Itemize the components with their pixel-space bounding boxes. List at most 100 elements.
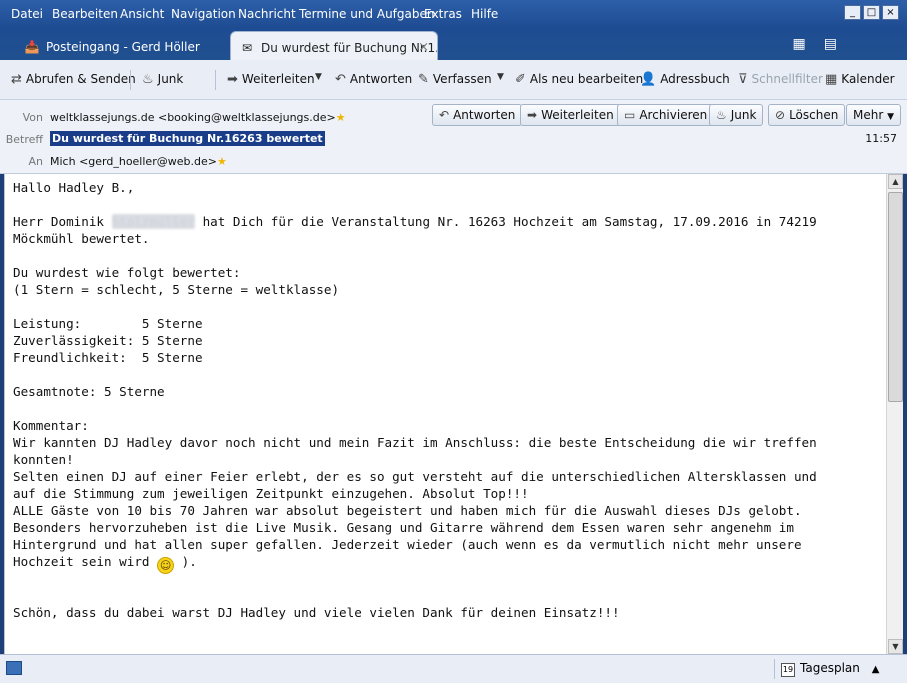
calendar-icon: ▦ bbox=[825, 72, 838, 87]
body-text: ). bbox=[174, 554, 197, 569]
menu-termine[interactable]: Termine und Aufgaben bbox=[299, 7, 434, 21]
body-line: Zuverlässigkeit: 5 Sterne bbox=[13, 333, 203, 348]
body-line: Hintergrund und hat allen super gefallen… bbox=[13, 537, 802, 552]
body-scrollbar[interactable]: ▲ ▼ bbox=[886, 174, 903, 654]
star-icon[interactable]: ★ bbox=[336, 111, 346, 124]
subject-text: Du wurdest für Buchung Nr.16263 bewertet bbox=[50, 131, 325, 146]
message-header: Von weltklassejungs.de <booking@weltklas… bbox=[0, 100, 907, 174]
fetch-send-button[interactable]: ⇄ Abrufen & Senden bbox=[11, 72, 136, 87]
reply-arrow-icon: ↶ bbox=[439, 108, 450, 122]
delete-button[interactable]: ⊘ Löschen bbox=[768, 104, 846, 126]
menu-navigation[interactable]: Navigation bbox=[171, 7, 236, 21]
tasks-tab-icon[interactable]: ▤ bbox=[824, 36, 837, 52]
body-blank bbox=[13, 366, 886, 383]
from-address: weltklassejungs.de <booking@weltklasseju… bbox=[50, 111, 336, 124]
inbox-icon: 📥 bbox=[24, 40, 40, 54]
calendar-day-icon: 19 bbox=[781, 663, 795, 677]
header-forward-button[interactable]: ➡ Weiterleiten bbox=[520, 104, 621, 126]
fetch-icon: ⇄ bbox=[11, 72, 22, 87]
addressbook-button[interactable]: 👤 Adressbuch bbox=[640, 72, 730, 87]
menu-bar: Datei Bearbeiten Ansicht Navigation Nach… bbox=[0, 0, 907, 28]
body-line: Wir kannten DJ Hadley davor noch nicht u… bbox=[13, 435, 817, 450]
tab-inbox[interactable]: 📥 Posteingang - Gerd Höller bbox=[16, 31, 216, 60]
body-text: hat Dich für die Veranstaltung Nr. 16263… bbox=[194, 214, 817, 229]
body-line: Du wurdest wie folgt bewertet: bbox=[13, 265, 241, 280]
compose-dropdown-icon[interactable]: ▼ bbox=[497, 72, 504, 82]
more-button[interactable]: Mehr ▼ bbox=[846, 104, 902, 126]
delete-label: Löschen bbox=[789, 108, 839, 122]
reply-label: Antworten bbox=[349, 72, 413, 86]
message-body: Hallo Hadley B., Herr Dominik Stolzmülle… bbox=[4, 174, 886, 654]
compose-button[interactable]: ✎ Verfassen bbox=[418, 72, 492, 87]
body-blank bbox=[13, 587, 886, 604]
message-time: 11:57 bbox=[865, 132, 897, 145]
flame-icon: ♨ bbox=[142, 72, 154, 87]
quickfilter-label: Schnellfilter bbox=[751, 72, 823, 86]
calendar-button[interactable]: ▦ Kalender bbox=[825, 72, 895, 87]
header-reply-button[interactable]: ↶ Antworten bbox=[432, 104, 523, 126]
header-junk-button[interactable]: ♨ Junk bbox=[709, 104, 764, 126]
archive-icon: ▭ bbox=[624, 108, 636, 122]
body-text: Herr Dominik bbox=[13, 214, 112, 229]
tab-bar: 📥 Posteingang - Gerd Höller ✉ Du wurdest f… bbox=[0, 28, 907, 60]
body-line: Gesamtnote: 5 Sterne bbox=[13, 384, 165, 399]
star-icon[interactable]: ★ bbox=[217, 155, 227, 168]
body-line: Hallo Hadley B., bbox=[13, 180, 135, 195]
chevron-up-icon: ▲ bbox=[871, 664, 880, 675]
pencil-icon: ✎ bbox=[418, 72, 429, 87]
flame-icon: ♨ bbox=[716, 108, 727, 122]
tab-close-icon[interactable]: × bbox=[418, 40, 429, 55]
archive-button[interactable]: ▭ Archivieren bbox=[617, 104, 715, 126]
minimize-button[interactable]: _ bbox=[844, 5, 861, 20]
menu-nachricht[interactable]: Nachricht bbox=[238, 7, 296, 21]
forward-button[interactable]: ➡ Weiterleiten bbox=[227, 72, 315, 87]
quickfilter-button[interactable]: ⊽ Schnellfilter bbox=[738, 72, 823, 87]
body-line: Hochzeit sein wird ☺ ). bbox=[13, 553, 886, 574]
compose-label: Verfassen bbox=[432, 72, 492, 86]
online-status-icon[interactable] bbox=[6, 661, 22, 675]
forward-label: Weiterleiten bbox=[241, 72, 315, 86]
maximize-button[interactable]: □ bbox=[863, 5, 880, 20]
scroll-thumb[interactable] bbox=[888, 192, 903, 402]
body-line: ALLE Gäste von 10 bis 70 Jahren war abso… bbox=[13, 503, 802, 518]
to-value[interactable]: Mich <gerd_hoeller@web.de>★ bbox=[50, 155, 227, 168]
body-blank bbox=[13, 400, 886, 417]
arrow-right-icon: ➡ bbox=[527, 108, 538, 122]
edit-icon: ✐ bbox=[515, 72, 526, 87]
menu-bearbeiten[interactable]: Bearbeiten bbox=[52, 7, 118, 21]
header-forward-label: Weiterleiten bbox=[541, 108, 614, 122]
more-label: Mehr bbox=[853, 108, 884, 122]
body-line: auf die Stimmung zum jeweiligen Zeitpunk… bbox=[13, 486, 529, 501]
forward-dropdown-icon[interactable]: ▼ bbox=[315, 72, 322, 82]
main-toolbar: ⇄ Abrufen & Senden ♨ Junk ➡ Weiterleiten ▼ … bbox=[0, 60, 907, 100]
filter-icon: ⊽ bbox=[738, 72, 748, 87]
scroll-down-icon[interactable]: ▼ bbox=[888, 639, 903, 654]
close-button[interactable]: × bbox=[882, 5, 899, 20]
subject-value: Du wurdest für Buchung Nr.16263 bewertet bbox=[50, 131, 325, 146]
scroll-up-icon[interactable]: ▲ bbox=[888, 174, 903, 189]
body-blank bbox=[13, 570, 886, 587]
body-line: Selten einen DJ auf einer Feier erlebt, … bbox=[13, 469, 817, 484]
menu-datei[interactable]: Datei bbox=[11, 7, 43, 21]
menu-extras[interactable]: Extras bbox=[424, 7, 462, 21]
calendar-tab-icon[interactable]: ▦ bbox=[793, 36, 806, 52]
subject-label: Betreff bbox=[5, 133, 43, 146]
edit-as-new-button[interactable]: ✐ Als neu bearbeiten bbox=[515, 72, 643, 87]
tagesplan-toggle[interactable]: 19 Tagesplan ▲ bbox=[774, 659, 885, 679]
body-line: Herr Dominik Stolzmüller hat Dich für di… bbox=[13, 213, 886, 230]
tab-message-label: Du wurdest für Buchung Nr.1... bbox=[261, 41, 438, 55]
menu-hilfe[interactable]: Hilfe bbox=[471, 7, 498, 21]
toolbar-separator bbox=[215, 70, 216, 90]
junk-button[interactable]: ♨ Junk bbox=[142, 72, 183, 87]
from-value[interactable]: weltklassejungs.de <booking@weltklasseju… bbox=[50, 111, 346, 124]
smiley-icon: ☺ bbox=[157, 557, 175, 574]
window-controls: _ □ × bbox=[844, 5, 899, 20]
menu-ansicht[interactable]: Ansicht bbox=[120, 7, 164, 21]
tab-message[interactable]: ✉ Du wurdest für Buchung Nr.1... × bbox=[230, 31, 438, 60]
body-line: Schön, dass du dabei warst DJ Hadley und… bbox=[13, 605, 620, 620]
calendar-label: Kalender bbox=[841, 72, 895, 86]
reply-button[interactable]: ↶ Antworten bbox=[335, 72, 412, 87]
no-entry-icon: ⊘ bbox=[775, 108, 786, 122]
envelope-icon: ✉ bbox=[241, 41, 253, 55]
addressbook-label: Adressbuch bbox=[660, 72, 730, 86]
